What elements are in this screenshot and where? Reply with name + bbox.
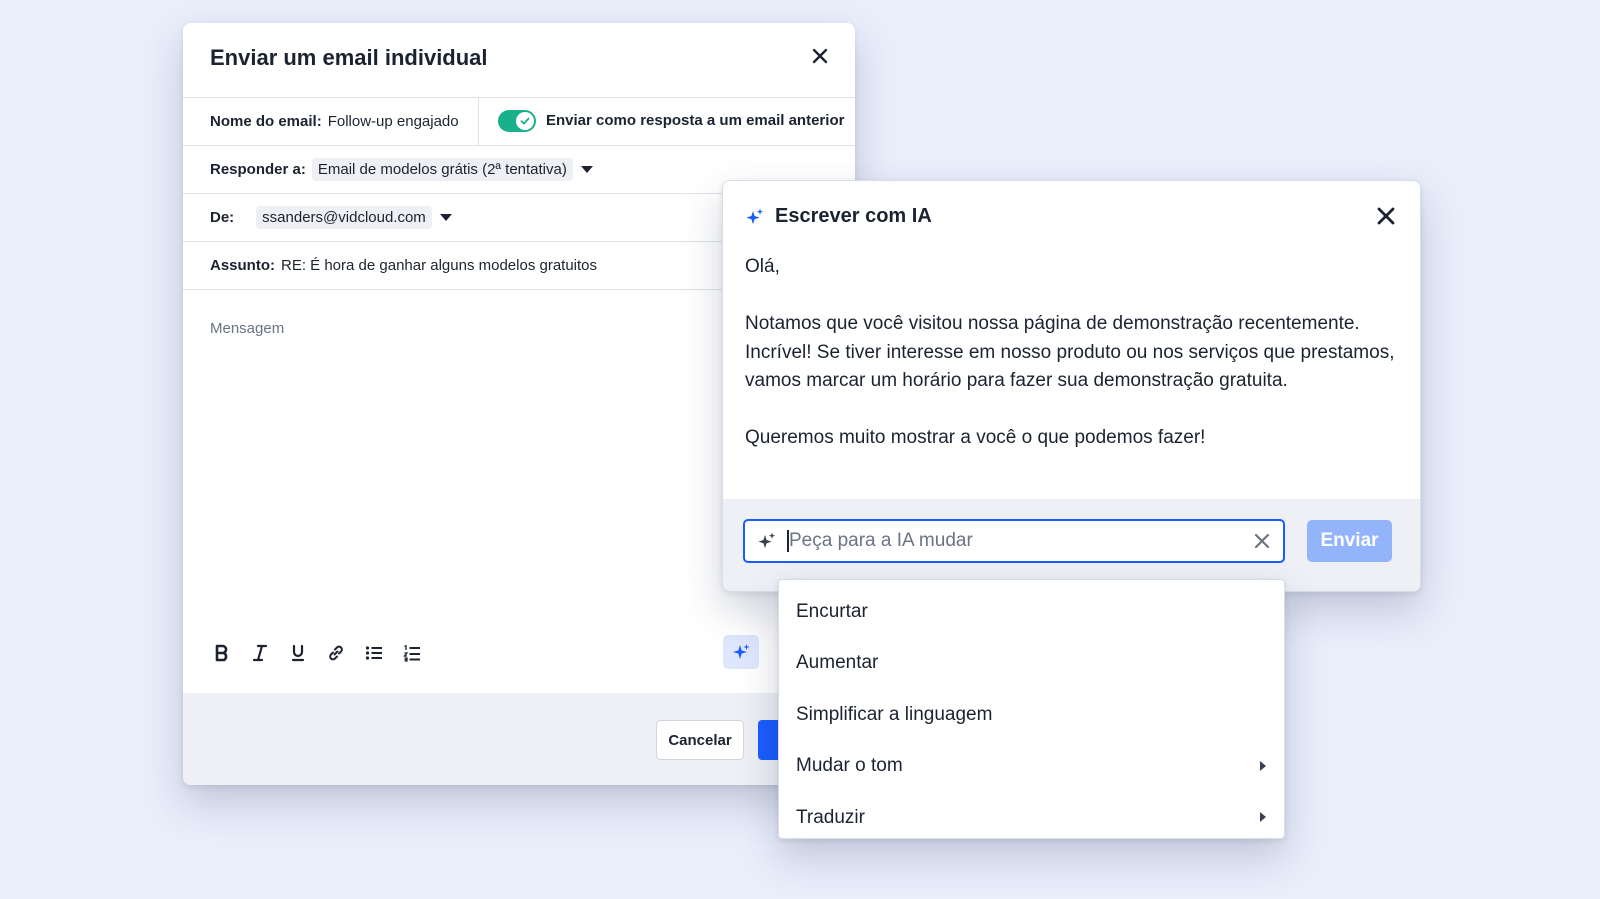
- email-name-label: Nome do email:: [210, 113, 322, 130]
- ai-paragraph: Notamos que você visitou nossa página de…: [745, 313, 1395, 391]
- ai-writer-panel: Escrever com IA Olá, Notamos que você vi…: [722, 180, 1421, 592]
- menu-item-label: Aumentar: [796, 652, 879, 674]
- message-field[interactable]: Mensagem: [210, 320, 284, 337]
- menu-item-label: Mudar o tom: [796, 755, 903, 777]
- ai-panel-title: Escrever com IA: [775, 205, 932, 227]
- ai-greeting: Olá,: [745, 256, 780, 277]
- menu-item-translate[interactable]: Traduzir: [779, 792, 1284, 838]
- ai-sparkle-icon: [746, 208, 764, 224]
- ai-send-button[interactable]: Enviar: [1307, 520, 1392, 562]
- chevron-right-icon: [1260, 760, 1266, 771]
- email-name-row: Nome do email: Follow-up engajado Enviar…: [183, 98, 855, 146]
- menu-item-shorten[interactable]: Encurtar: [779, 586, 1284, 638]
- ai-panel-header: Escrever com IA: [745, 205, 932, 228]
- close-icon[interactable]: [809, 45, 831, 67]
- subject-field[interactable]: RE: É hora de ganhar alguns modelos grat…: [281, 257, 597, 274]
- ai-sparkle-icon[interactable]: [723, 635, 759, 669]
- divider: [478, 98, 479, 145]
- modal-title: Enviar um email individual: [210, 45, 488, 70]
- from-select[interactable]: ssanders@vidcloud.com: [256, 206, 432, 229]
- modal-footer: Cancelar S: [183, 693, 855, 785]
- reply-toggle-label: Enviar como resposta a um email anterior: [546, 112, 845, 129]
- italic-icon[interactable]: [251, 643, 269, 663]
- numbered-list-icon[interactable]: [403, 643, 421, 663]
- underline-icon[interactable]: [289, 643, 307, 663]
- chevron-down-icon[interactable]: [580, 166, 593, 173]
- link-icon[interactable]: [327, 643, 345, 663]
- from-label: De:: [210, 209, 235, 226]
- reply-to-select[interactable]: Email de modelos grátis (2ª tentativa): [311, 158, 573, 181]
- bullet-list-icon[interactable]: [365, 643, 383, 663]
- menu-item-label: Encurtar: [796, 600, 868, 622]
- menu-item-change-tone[interactable]: Mudar o tom: [779, 741, 1284, 793]
- check-icon: [516, 112, 534, 130]
- subject-label: Assunto:: [210, 257, 275, 274]
- reply-to-label: Responder a:: [210, 161, 306, 178]
- chevron-down-icon[interactable]: [439, 214, 452, 221]
- chevron-right-icon: [1260, 812, 1266, 822]
- format-toolbar: [213, 643, 421, 663]
- close-icon[interactable]: [1376, 206, 1396, 226]
- ai-sparkle-icon: [758, 532, 776, 549]
- clear-icon[interactable]: [1253, 532, 1271, 550]
- email-name-value: Follow-up engajado: [327, 113, 459, 130]
- ai-prompt-input[interactable]: [789, 530, 1229, 552]
- ai-paragraph: Queremos muito mostrar a você o que pode…: [745, 427, 1206, 448]
- ai-panel-footer: Enviar: [723, 499, 1420, 591]
- bold-icon[interactable]: [213, 643, 231, 663]
- cancel-button[interactable]: Cancelar: [656, 720, 744, 760]
- menu-item-label: Simplificar a linguagem: [796, 703, 993, 725]
- ai-prompt-field[interactable]: [743, 519, 1285, 563]
- modal-header: Enviar um email individual: [183, 23, 855, 98]
- ai-suggestions-menu: Encurtar Aumentar Simplificar a linguage…: [778, 579, 1285, 839]
- menu-item-label: Traduzir: [796, 806, 865, 828]
- menu-item-simplify[interactable]: Simplificar a linguagem: [779, 689, 1284, 741]
- reply-toggle[interactable]: [498, 110, 536, 132]
- ai-generated-text: Olá, Notamos que você visitou nossa pági…: [745, 253, 1405, 481]
- menu-item-lengthen[interactable]: Aumentar: [779, 638, 1284, 690]
